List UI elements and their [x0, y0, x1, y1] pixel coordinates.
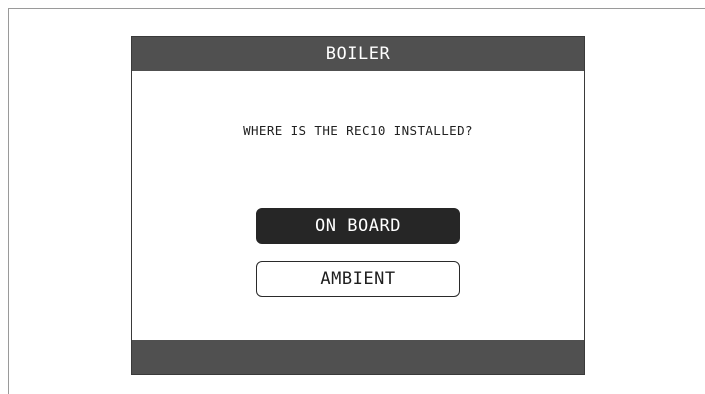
option-label: ON BOARD	[315, 216, 401, 236]
screen-title: BOILER	[325, 44, 391, 64]
device-screen: BOILER WHERE IS THE REC10 INSTALLED? ON …	[131, 36, 585, 375]
option-label: AMBIENT	[320, 269, 396, 289]
title-bar: BOILER	[132, 37, 584, 71]
option-on-board-button[interactable]: ON BOARD	[256, 208, 460, 244]
option-ambient-button[interactable]: AMBIENT	[256, 261, 460, 297]
bottom-bar	[132, 340, 584, 374]
question-text: WHERE IS THE REC10 INSTALLED?	[243, 123, 473, 138]
